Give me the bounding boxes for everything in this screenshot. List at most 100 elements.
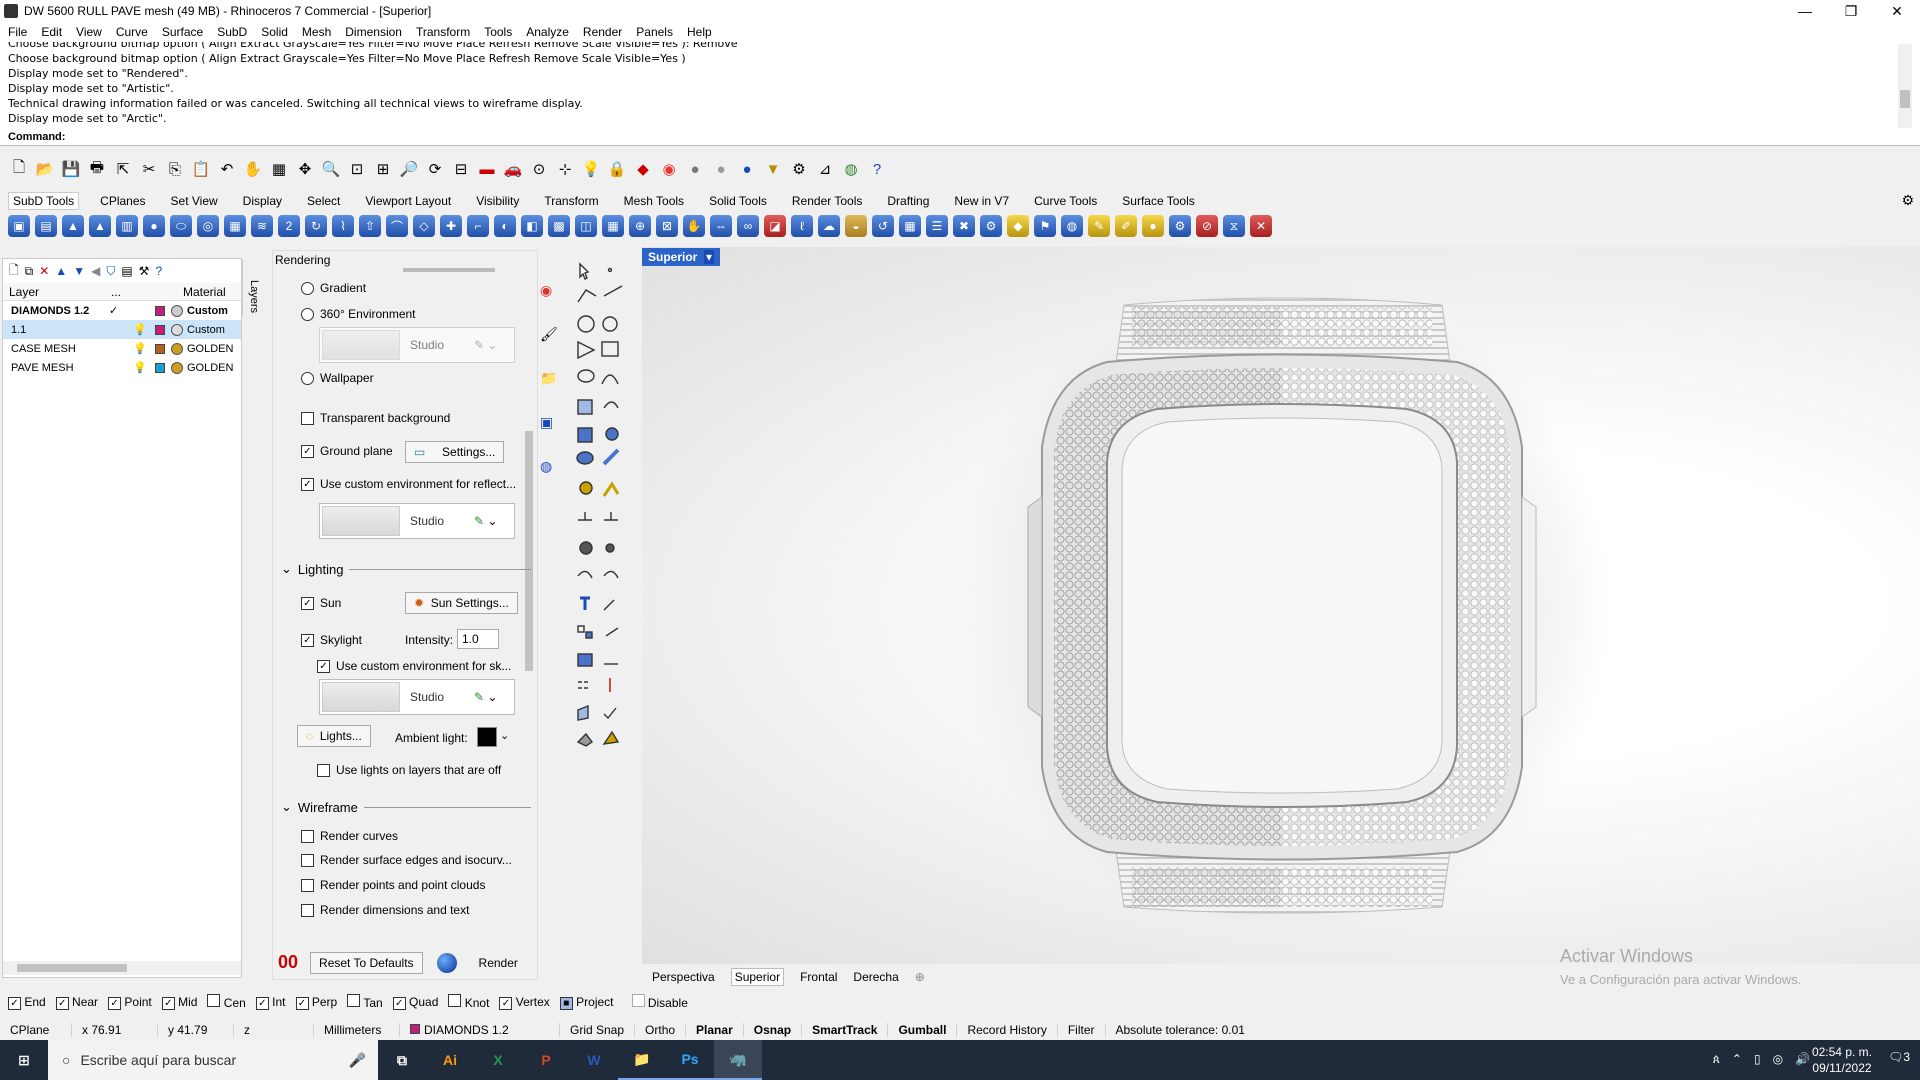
osnap-vertex[interactable]: ✓ Vertex xyxy=(499,995,550,1010)
undo-icon[interactable]: ↶ xyxy=(216,158,238,180)
dimension-icon[interactable]: ⊿ xyxy=(814,158,836,180)
menu-analyze[interactable]: Analyze xyxy=(526,25,569,39)
shaded-sphere-icon[interactable]: ● xyxy=(684,158,706,180)
minimize-button[interactable]: — xyxy=(1782,0,1828,22)
subd-flag-icon[interactable]: ⚑ xyxy=(1034,215,1056,237)
subd-loft-icon[interactable]: ≋ xyxy=(251,215,273,237)
rendered-sphere-icon[interactable]: ● xyxy=(710,158,732,180)
tab-drafting[interactable]: Drafting xyxy=(883,193,933,209)
lights-button[interactable]: ◌ Lights... xyxy=(297,725,371,747)
subd-gear2-icon[interactable]: ⚙ xyxy=(1169,215,1191,237)
intensity-input[interactable]: 1.0 xyxy=(457,629,499,649)
new-file-icon[interactable]: 🗋 xyxy=(8,158,30,180)
subd-paint-icon[interactable]: ✐ xyxy=(1115,215,1137,237)
subd-cancel-icon[interactable]: ⊘ xyxy=(1196,215,1218,237)
subd-mirror-icon[interactable]: ⇔ xyxy=(710,215,732,237)
custom-env-sky-checkbox[interactable]: ✓ Use custom environment for sk... xyxy=(317,659,511,673)
menu-subd[interactable]: SubD xyxy=(217,25,247,39)
windows-start-icon[interactable]: ⊞ xyxy=(0,1040,48,1080)
osnap-end[interactable]: ✓ End xyxy=(8,995,46,1010)
subd-funnel-icon[interactable]: ⧖ xyxy=(1223,215,1245,237)
render-points-checkbox[interactable]: Render points and point clouds xyxy=(301,878,485,892)
layer-color-swatch[interactable] xyxy=(155,305,165,316)
subd-cloud-icon[interactable]: ☁ xyxy=(818,215,840,237)
osnap-toggle[interactable]: Osnap xyxy=(744,1023,803,1037)
menu-mesh[interactable]: Mesh xyxy=(302,25,331,39)
battery-icon[interactable]: ▯ xyxy=(1754,1052,1761,1067)
subd-sweep-icon[interactable]: 2 xyxy=(278,215,300,237)
layer-hscrollbar[interactable] xyxy=(3,961,241,975)
render-button[interactable]: Render xyxy=(471,953,526,973)
subd-sphere-icon[interactable]: ● xyxy=(143,215,165,237)
lights-on-off-layers-checkbox[interactable]: Use lights on layers that are off xyxy=(317,763,501,777)
subd-fill-icon[interactable]: ◇ xyxy=(413,215,435,237)
transparent-background-checkbox[interactable]: Transparent background xyxy=(301,411,450,425)
volume-icon[interactable]: 🔊 xyxy=(1795,1052,1810,1067)
wallpaper-option[interactable]: Wallpaper xyxy=(301,371,374,385)
subd-smooth-icon[interactable]: ◐ xyxy=(494,215,516,237)
subd-extrude-icon[interactable]: ⇧ xyxy=(359,215,381,237)
subd-box-mode-icon[interactable]: ◧ xyxy=(521,215,543,237)
subd-bridge-icon[interactable]: ⌒ xyxy=(386,215,408,237)
zoom-window-icon[interactable]: ⊡ xyxy=(346,158,368,180)
subd-cylinder-icon[interactable]: ▤ xyxy=(35,215,57,237)
tab-transform[interactable]: Transform xyxy=(540,193,602,209)
zoom-selected-icon[interactable]: 🔎 xyxy=(398,158,420,180)
subd-grid-select-icon[interactable]: ▦ xyxy=(899,215,921,237)
sun-checkbox[interactable]: ✓ Sun xyxy=(301,596,341,610)
tab-superior[interactable]: Superior xyxy=(730,968,785,986)
osnap-project[interactable]: ■ Project xyxy=(559,995,614,1010)
record-history-toggle[interactable]: Record History xyxy=(957,1023,1058,1037)
subd-stretch-icon[interactable]: ℓ xyxy=(791,215,813,237)
layer-help-icon[interactable]: ? xyxy=(155,264,162,278)
print-icon[interactable]: 🖶 xyxy=(86,158,108,180)
panel-top-scroll[interactable] xyxy=(403,268,495,272)
tab-solid-tools[interactable]: Solid Tools xyxy=(705,193,771,209)
word-app[interactable]: W xyxy=(570,1040,618,1080)
toolbar-settings-gear-icon[interactable]: ⚙ xyxy=(1901,192,1914,209)
layer-color-swatch[interactable] xyxy=(155,362,165,373)
material-column-header[interactable]: Material xyxy=(183,285,226,299)
osnap-int[interactable]: ✓ Int xyxy=(255,995,286,1010)
osnap-cen[interactable]: Cen xyxy=(207,994,246,1010)
layer-icon[interactable]: ◆ xyxy=(632,158,654,180)
copy-icon[interactable]: ⎘ xyxy=(164,158,186,180)
photoshop-app[interactable]: Ps xyxy=(666,1040,714,1080)
layer-tools-icon[interactable]: ⚒ xyxy=(139,264,150,278)
light-bulb-icon[interactable]: 💡 xyxy=(101,361,155,374)
layer-states-icon[interactable]: ▤ xyxy=(121,264,132,278)
layer-color-swatch[interactable] xyxy=(155,343,165,354)
subd-twist-icon[interactable]: ↺ xyxy=(872,215,894,237)
subd-bowl-icon[interactable]: ◒ xyxy=(845,215,867,237)
paste-icon[interactable]: 📋 xyxy=(190,158,212,180)
menu-panels[interactable]: Panels xyxy=(636,25,673,39)
tab-display[interactable]: Display xyxy=(239,193,286,209)
move-icon[interactable]: ✥ xyxy=(294,158,316,180)
sun-settings-button[interactable]: ✹ Sun Settings... xyxy=(405,592,518,614)
subd-pipe-icon[interactable]: ⌇ xyxy=(332,215,354,237)
subd-symmetry-icon[interactable]: ∞ xyxy=(737,215,759,237)
delete-layer-icon[interactable]: ✕ xyxy=(39,264,49,278)
new-sublayer-icon[interactable]: ⧉ xyxy=(25,264,34,279)
tab-select[interactable]: Select xyxy=(303,193,344,209)
cplane-icon[interactable]: ▬ xyxy=(476,158,498,180)
taskbar-clock[interactable]: 02:54 p. m. 09/11/2022 xyxy=(1812,1044,1872,1076)
layer-row[interactable]: CASE MESH 💡 GOLDEN xyxy=(3,339,241,358)
camera-icon[interactable]: ◍ xyxy=(540,458,560,502)
check-icon[interactable]: ◍ xyxy=(840,158,862,180)
menu-help[interactable]: Help xyxy=(687,25,712,39)
osnap-tan[interactable]: Tan xyxy=(347,994,383,1010)
task-view-icon[interactable]: ⧉ xyxy=(378,1040,426,1080)
notifications-icon[interactable]: 🗨3 xyxy=(1888,1050,1910,1064)
history-scrollbar[interactable] xyxy=(1898,44,1912,128)
viewport-title[interactable]: Superior ▾ xyxy=(642,248,721,266)
subd-brush-icon[interactable]: ✎ xyxy=(1088,215,1110,237)
tab-frontal[interactable]: Frontal xyxy=(800,970,837,984)
move-left-icon[interactable]: ◀ xyxy=(91,264,100,278)
menu-view[interactable]: View xyxy=(76,25,102,39)
menu-tools[interactable]: Tools xyxy=(484,25,512,39)
osnap-near[interactable]: ✓ Near xyxy=(55,995,98,1010)
subd-globe-icon[interactable]: ◍ xyxy=(1061,215,1083,237)
menu-render[interactable]: Render xyxy=(583,25,622,39)
menu-edit[interactable]: Edit xyxy=(41,25,62,39)
